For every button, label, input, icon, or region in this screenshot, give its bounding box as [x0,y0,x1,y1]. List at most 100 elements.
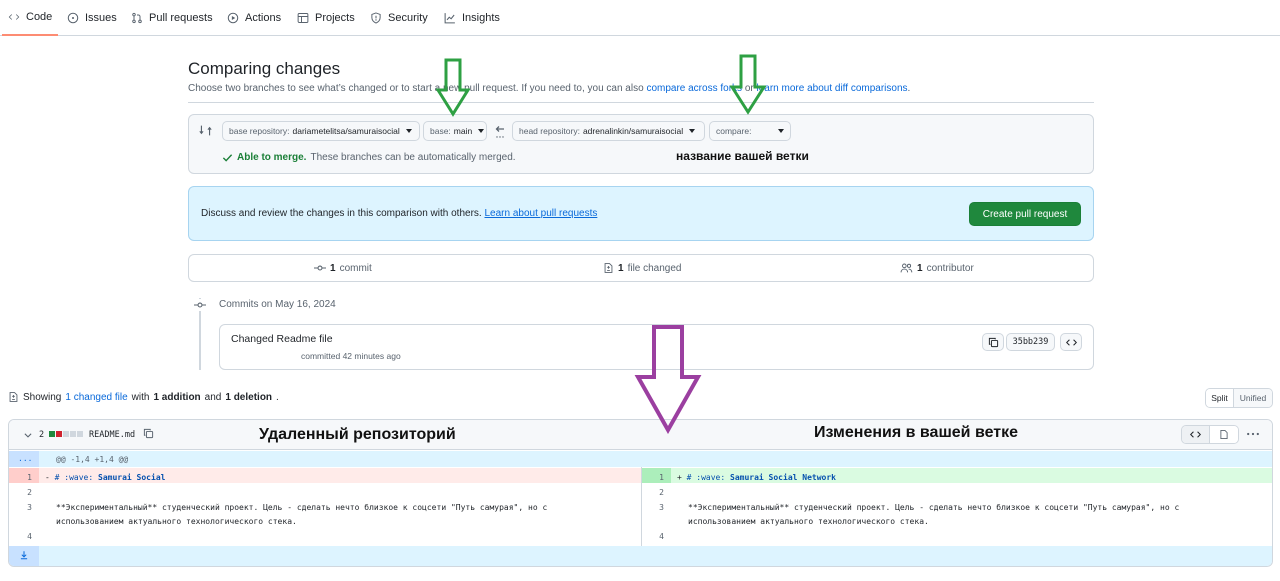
tab-projects-label: Projects [315,12,355,24]
page-title: Comparing changes [188,59,341,78]
commit-message-link[interactable]: Changed Readme file [231,333,333,345]
diff-sign: - [45,473,50,482]
unified-view-button[interactable]: Unified [1234,389,1272,407]
tab-issues[interactable]: Issues [67,0,117,36]
expand-down-row [39,546,1272,566]
purple-arrow-down-icon [634,325,702,434]
heading-divider [188,102,1094,103]
right-line-number[interactable]: 1 [642,473,664,482]
base-repository-label: base repository: [229,126,290,136]
tab-insights[interactable]: Insights [444,0,500,36]
compare-branch-label: compare: [716,126,752,136]
left-line-content: использованием актуального технологическ… [56,517,297,526]
commit-sha-button[interactable]: 35bb239 [1006,333,1055,351]
green-arrow-down-icon [730,54,766,115]
learn-pull-requests-link[interactable]: Learn about pull requests [484,208,597,219]
merge-status-label: Able to merge. [237,152,307,163]
right-line-number[interactable]: 2 [642,488,664,497]
issue-icon [67,12,79,24]
summary-period: . [276,391,279,403]
people-icon [900,263,913,273]
table-icon [297,13,309,23]
tab-projects[interactable]: Projects [297,0,355,36]
arrow-left-icon [495,126,504,138]
right-line-content: + # :wave: Samurai Social Network [677,473,836,482]
commit-icon [314,265,326,271]
left-line-number[interactable]: 3 [10,503,32,512]
commits-stat[interactable]: 1 commit [314,262,372,274]
hunk-header: @@ -1,4 +1,4 @@ [56,455,129,464]
page-subtitle: Choose two branches to see what’s change… [188,83,910,94]
files-label: file changed [627,262,682,274]
compare-branch-select[interactable]: compare: [709,121,791,141]
diff-filename[interactable]: README.md [89,430,135,440]
tab-pull-requests-label: Pull requests [149,12,213,24]
changed-files-link[interactable]: 1 changed file [65,392,127,403]
file-diff-icon [9,392,18,402]
commit-icon [193,299,207,311]
branch-name-annotation: название вашей ветки [676,149,809,163]
base-repository-value: dariametelitsa/samuraisocial [292,126,400,136]
learn-diff-comparisons-link[interactable]: learn more about diff comparisons [757,83,908,94]
view-toggle: Split Unified [1205,388,1273,408]
copy-sha-button[interactable] [982,333,1004,351]
summary-with: with [131,391,150,403]
tab-actions-label: Actions [245,12,282,24]
base-repository-select[interactable]: base repository: dariametelitsa/samurais… [222,121,420,141]
tab-pull-requests[interactable]: Pull requests [131,0,213,36]
contributors-stat[interactable]: 1 contributor [900,262,974,274]
right-line-content: использованием актуального технологическ… [688,517,929,526]
code-icon [1190,431,1201,438]
split-view-button[interactable]: Split [1206,389,1234,407]
chevron-down-icon [689,129,696,133]
diff-summary: Showing 1 changed file with 1 addition a… [8,391,279,403]
summary-additions: 1 addition [153,391,201,403]
hunk-header-row [39,451,1272,467]
base-branch-select[interactable]: base: main [423,121,487,141]
base-branch-label: base: [430,126,451,136]
left-line-number[interactable]: 1 [10,473,32,482]
source-diff-button[interactable] [1182,426,1210,443]
left-line-number[interactable]: 2 [10,488,32,497]
right-line-number[interactable]: 4 [642,532,664,541]
right-line-number[interactable]: 3 [642,503,664,512]
play-icon [227,12,239,24]
remote-repo-annotation: Удаленный репозиторий [259,426,456,443]
code-icon [1065,338,1077,346]
chevron-down-icon [778,129,784,133]
diffstat-bar [49,431,83,437]
left-line-number[interactable]: 4 [10,532,32,541]
diff-change-count: 2 [39,430,45,440]
files-stat[interactable]: 1 file changed [603,262,682,274]
right-line-content: **Экспериментальный** студенческий проек… [688,503,1180,512]
subtitle-text: Choose two branches to see what’s change… [188,83,644,94]
tab-insights-label: Insights [462,12,500,24]
compare-arrows-icon [199,125,212,136]
create-pull-request-button[interactable]: Create pull request [969,202,1081,226]
expand-down-icon[interactable] [19,550,29,560]
rich-diff-button[interactable] [1210,426,1238,443]
compare-across-forks-link[interactable]: compare across forks [646,83,742,94]
check-icon [222,154,233,162]
left-line-content: - # :wave: Samurai Social [45,473,165,482]
chevron-down-icon[interactable] [23,430,33,440]
expand-up-icon[interactable]: ... [18,454,32,463]
diff-sign: + [677,473,682,482]
browse-repo-button[interactable] [1060,333,1082,351]
commits-date-heading: Commits on May 16, 2024 [219,299,336,310]
md-heading-marker: # :wave: [686,473,731,482]
head-repository-select[interactable]: head repository: adrenalinkin/samuraisoc… [512,121,705,141]
tab-code[interactable]: Code [2,0,59,36]
diffstat-del-block [56,431,62,437]
shield-icon [371,12,381,24]
tab-security[interactable]: Security [370,0,428,36]
md-heading-marker: # :wave: [54,473,99,482]
diff-view-mode-toggle [1181,425,1239,444]
tab-actions[interactable]: Actions [227,0,281,36]
file-icon [1220,430,1228,439]
kebab-horizontal-icon[interactable] [1246,430,1260,438]
pull-request-icon [132,12,142,24]
tab-issues-label: Issues [85,12,117,24]
merge-status-desc: These branches can be automatically merg… [310,152,516,163]
copy-icon[interactable] [143,428,154,439]
